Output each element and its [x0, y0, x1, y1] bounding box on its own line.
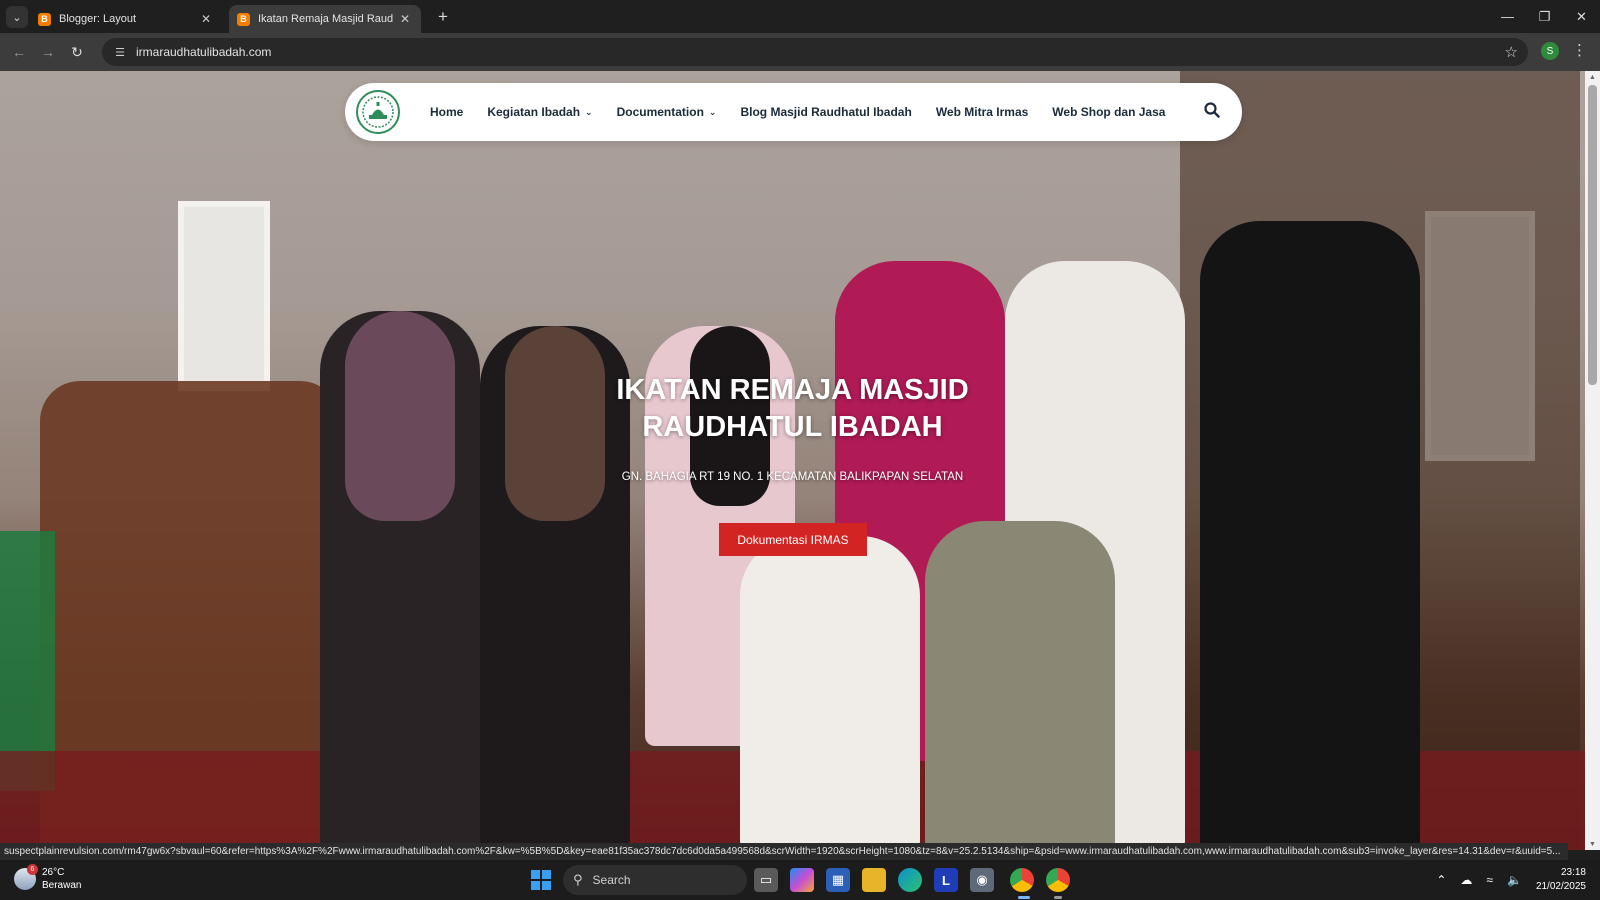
chevron-down-icon: ⌄ [708, 106, 717, 117]
minimize-icon: — [1501, 9, 1514, 24]
edge-icon[interactable] [898, 868, 922, 892]
tab-title: Ikatan Remaja Masjid Raudhatul [258, 13, 393, 25]
close-icon[interactable]: ✕ [198, 11, 214, 27]
app-l-icon[interactable]: L [934, 868, 958, 892]
nav-blog-masjid[interactable]: Blog Masjid Raudhatul Ibadah [740, 105, 911, 119]
main-navigation: Home Kegiatan Ibadah ⌄ Documentation ⌄ Blo… [430, 105, 1189, 119]
close-window-button[interactable]: ✕ [1563, 0, 1600, 33]
onedrive-icon[interactable]: ☁ [1460, 873, 1472, 887]
weather-widget[interactable]: 6 26°C Berawan [14, 864, 81, 892]
hero-title-line: IKATAN REMAJA MASJID [616, 374, 969, 406]
active-app-indicator [1018, 896, 1030, 899]
nav-label: Web Mitra Irmas [935, 105, 1029, 119]
copilot-icon[interactable] [790, 868, 814, 892]
nav-label: Kegiatan Ibadah [487, 105, 581, 119]
hero-title-line: RAUDHATUL IBADAH [642, 411, 943, 443]
nav-label: Web Shop dan Jasa [1052, 105, 1166, 119]
nav-kegiatan-ibadah[interactable]: Kegiatan Ibadah ⌄ [487, 105, 592, 119]
taskbar-search[interactable]: ⚲ Search [563, 865, 747, 895]
scroll-down-icon[interactable]: ▼ [1585, 838, 1600, 850]
search-icon [1204, 102, 1220, 118]
system-tray: ⌃ ☁ ≈ 🔈 23:18 21/02/2025 [1436, 860, 1600, 900]
bookmark-star-icon[interactable]: ☆ [1505, 43, 1518, 61]
tab-irmas-site[interactable]: B Ikatan Remaja Masjid Raudhatul ✕ [229, 5, 421, 33]
site-search-button[interactable] [1204, 102, 1224, 122]
page-scrollbar[interactable]: ▲ ▼ [1585, 71, 1600, 850]
page-viewport: Home Kegiatan Ibadah ⌄ Documentation ⌄ Blo… [0, 71, 1585, 850]
clock-time: 23:18 [1560, 867, 1586, 878]
chevron-down-icon: ⌄ [12, 11, 22, 24]
taskbar-search-label: Search [592, 873, 631, 887]
chrome-icon[interactable] [1046, 868, 1070, 892]
dokumentasi-button[interactable]: Dokumentasi IRMAS [719, 523, 867, 556]
irmas-logo[interactable] [356, 90, 400, 134]
plus-icon: + [438, 7, 448, 26]
windows-taskbar: 6 26°C Berawan ⚲ Search ▭ ▦ L ◉ ⌃ ☁ ≈ 🔈 … [0, 860, 1600, 900]
nav-home[interactable]: Home [430, 105, 463, 119]
more-menu-icon[interactable]: ⋮ [1572, 41, 1587, 59]
chrome-icon[interactable] [1010, 868, 1034, 892]
windows-logo-icon [531, 870, 540, 879]
arrow-right-icon: → [41, 44, 55, 60]
scrollbar-thumb[interactable] [1588, 85, 1597, 385]
nav-label: Blog Masjid Raudhatul Ibadah [740, 105, 912, 119]
arrow-left-icon: ← [12, 44, 26, 60]
browser-tab-strip: ⌄ B Blogger: Layout ✕ B Ikatan Remaja Ma… [0, 0, 1600, 33]
mosque-logo-icon [362, 96, 394, 128]
file-explorer-icon[interactable] [862, 868, 886, 892]
hero-photo-person [740, 536, 920, 850]
blogger-icon: B [38, 12, 51, 26]
tab-search-button[interactable]: ⌄ [6, 6, 28, 28]
nav-web-mitra[interactable]: Web Mitra Irmas [936, 105, 1028, 119]
weather-text: 26°C Berawan [42, 866, 81, 892]
weather-condition: Berawan [42, 880, 82, 891]
nav-label: Documentation [616, 105, 704, 119]
site-header: Home Kegiatan Ibadah ⌄ Documentation ⌄ Blo… [345, 83, 1242, 141]
clock[interactable]: 23:18 21/02/2025 [1536, 866, 1586, 894]
hero-photo-person [925, 521, 1115, 850]
restore-button[interactable]: ❐ [1526, 0, 1563, 33]
camera-icon[interactable]: ◉ [970, 868, 994, 892]
site-info-icon[interactable]: ☰ [112, 44, 128, 60]
profile-avatar[interactable]: S [1541, 42, 1559, 60]
notification-badge: 6 [27, 864, 38, 875]
window-controls: — ❐ ✕ [1489, 0, 1600, 33]
restore-icon: ❐ [1538, 8, 1551, 24]
weather-temp: 26°C [42, 867, 65, 878]
address-bar[interactable]: ☰ irmaraudhatulibadah.com ☆ [102, 38, 1528, 66]
blogger-icon: B [237, 12, 250, 26]
reload-button[interactable]: ↻ [66, 41, 88, 63]
store-icon[interactable]: ▦ [826, 868, 850, 892]
link-status-bubble: suspectplainrevulsion.com/rm47gw6x?sbvau… [0, 843, 1568, 860]
start-button[interactable] [531, 870, 551, 890]
search-icon: ⚲ [573, 872, 583, 887]
hero-address: GN. BAHAGIA RT 19 NO. 1 KECAMATAN BALIKP… [621, 471, 964, 483]
clock-date: 21/02/2025 [1535, 881, 1586, 892]
close-icon[interactable]: ✕ [397, 11, 413, 27]
hero-background-window [178, 201, 270, 391]
hero-title: IKATAN REMAJA MASJID RAUDHATUL IBADAH [0, 372, 1585, 446]
minimize-button[interactable]: — [1489, 0, 1526, 33]
back-button[interactable]: ← [8, 41, 30, 63]
tab-title: Blogger: Layout [59, 13, 137, 25]
close-icon: ✕ [1576, 8, 1587, 24]
new-tab-button[interactable]: + [432, 6, 454, 28]
nav-web-shop[interactable]: Web Shop dan Jasa [1052, 105, 1165, 119]
task-view-icon[interactable]: ▭ [754, 868, 778, 892]
browser-toolbar: ← → ↻ ☰ irmaraudhatulibadah.com ☆ S ⋮ [0, 33, 1600, 71]
wifi-icon[interactable]: ≈ [1486, 873, 1493, 887]
forward-button[interactable]: → [37, 41, 59, 63]
volume-icon[interactable]: 🔈 [1507, 873, 1522, 887]
nav-documentation[interactable]: Documentation ⌄ [617, 105, 717, 119]
hero-photo-person [1200, 221, 1420, 850]
cloud-icon: 6 [14, 864, 38, 890]
running-app-indicator [1054, 896, 1062, 899]
chevron-up-icon[interactable]: ⌃ [1436, 873, 1446, 887]
url-text: irmaraudhatulibadah.com [136, 45, 272, 59]
tab-blogger-layout[interactable]: B Blogger: Layout ✕ [30, 5, 222, 33]
scroll-up-icon[interactable]: ▲ [1585, 71, 1600, 83]
reload-icon: ↻ [71, 43, 83, 60]
nav-label: Home [430, 105, 464, 119]
chevron-down-icon: ⌄ [585, 106, 593, 117]
